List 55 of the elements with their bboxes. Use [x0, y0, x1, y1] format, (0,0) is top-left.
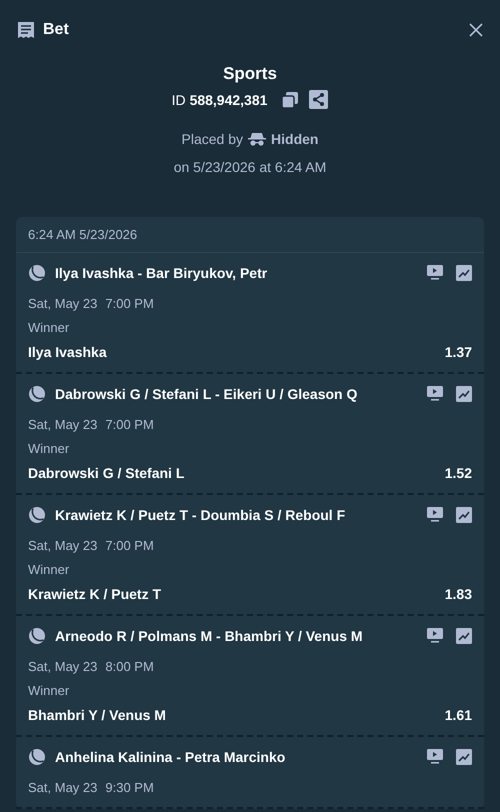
event-date: Sat, May 23: [28, 296, 98, 311]
odds-value: 1.37: [444, 344, 472, 360]
placed-date: on 5/23/2026 at 6:24 AM: [174, 159, 326, 175]
selection-name: Bhambri Y / Venus M: [28, 707, 166, 723]
odds-value: 1.52: [444, 465, 472, 481]
live-stream-icon[interactable]: [427, 749, 443, 765]
stats-chart-icon[interactable]: [456, 507, 472, 523]
bet-id: 588,942,381: [190, 92, 268, 108]
event-title: Ilya Ivashka - Bar Biryukov, Petr: [55, 265, 268, 281]
user-name: Hidden: [271, 131, 318, 147]
copy-icon[interactable]: [281, 90, 300, 108]
live-stream-icon[interactable]: [427, 265, 443, 281]
event-title: Krawietz K / Puetz T - Doumbia S / Reboul F: [55, 507, 346, 523]
share-icon[interactable]: [309, 90, 328, 109]
odds-value: 1.61: [444, 707, 472, 723]
event-date: Sat, May 23: [28, 538, 98, 553]
stats-chart-icon[interactable]: [456, 265, 472, 281]
live-stream-icon[interactable]: [427, 507, 443, 523]
market-name: Winner: [28, 320, 70, 335]
odds-value: 1.83: [444, 586, 472, 602]
event-time: 8:00 PM: [105, 659, 154, 674]
live-stream-icon[interactable]: [427, 628, 443, 644]
receipt-icon: [17, 20, 35, 40]
event-date: Sat, May 23: [28, 659, 98, 674]
event-date: Sat, May 23: [28, 780, 98, 795]
id-label: ID: [172, 92, 186, 108]
live-stream-icon[interactable]: [427, 386, 443, 402]
bet-timestamp: 6:24 AM 5/23/2026: [16, 217, 484, 253]
tennis-ball-icon: [28, 385, 46, 403]
event-time: 7:00 PM: [105, 296, 154, 311]
placed-by-label: Placed by: [182, 131, 244, 147]
bet-type: Sports: [223, 64, 277, 84]
market-name: Winner: [28, 441, 70, 456]
tennis-ball-icon: [28, 627, 46, 645]
event-title: Arneodo R / Polmans M - Bhambri Y / Venus M: [55, 628, 364, 644]
tennis-ball-icon: [28, 748, 46, 766]
dialog-title: Bet: [43, 21, 70, 39]
market-name: Winner: [28, 683, 70, 698]
stats-chart-icon[interactable]: [456, 628, 472, 644]
event-title: Dabrowski G / Stefani L - Eikeri U / Gleason Q: [55, 386, 358, 402]
event-date: Sat, May 23: [28, 417, 98, 432]
event-time: 9:30 PM: [105, 780, 154, 795]
stats-chart-icon[interactable]: [456, 386, 472, 402]
event-title: Anhelina Kalinina - Petra Marcinko: [55, 749, 286, 765]
stats-chart-icon[interactable]: [456, 749, 472, 765]
tennis-ball-icon: [28, 264, 46, 282]
close-icon[interactable]: [468, 22, 484, 38]
selection-name: Ilya Ivashka: [28, 344, 107, 360]
market-name: Winner: [28, 562, 70, 577]
incognito-icon: [248, 132, 266, 146]
tennis-ball-icon: [28, 506, 46, 524]
selection-name: Dabrowski G / Stefani L: [28, 465, 184, 481]
selection-name: Krawietz K / Puetz T: [28, 586, 162, 602]
event-time: 7:00 PM: [105, 538, 154, 553]
event-time: 7:00 PM: [105, 417, 154, 432]
